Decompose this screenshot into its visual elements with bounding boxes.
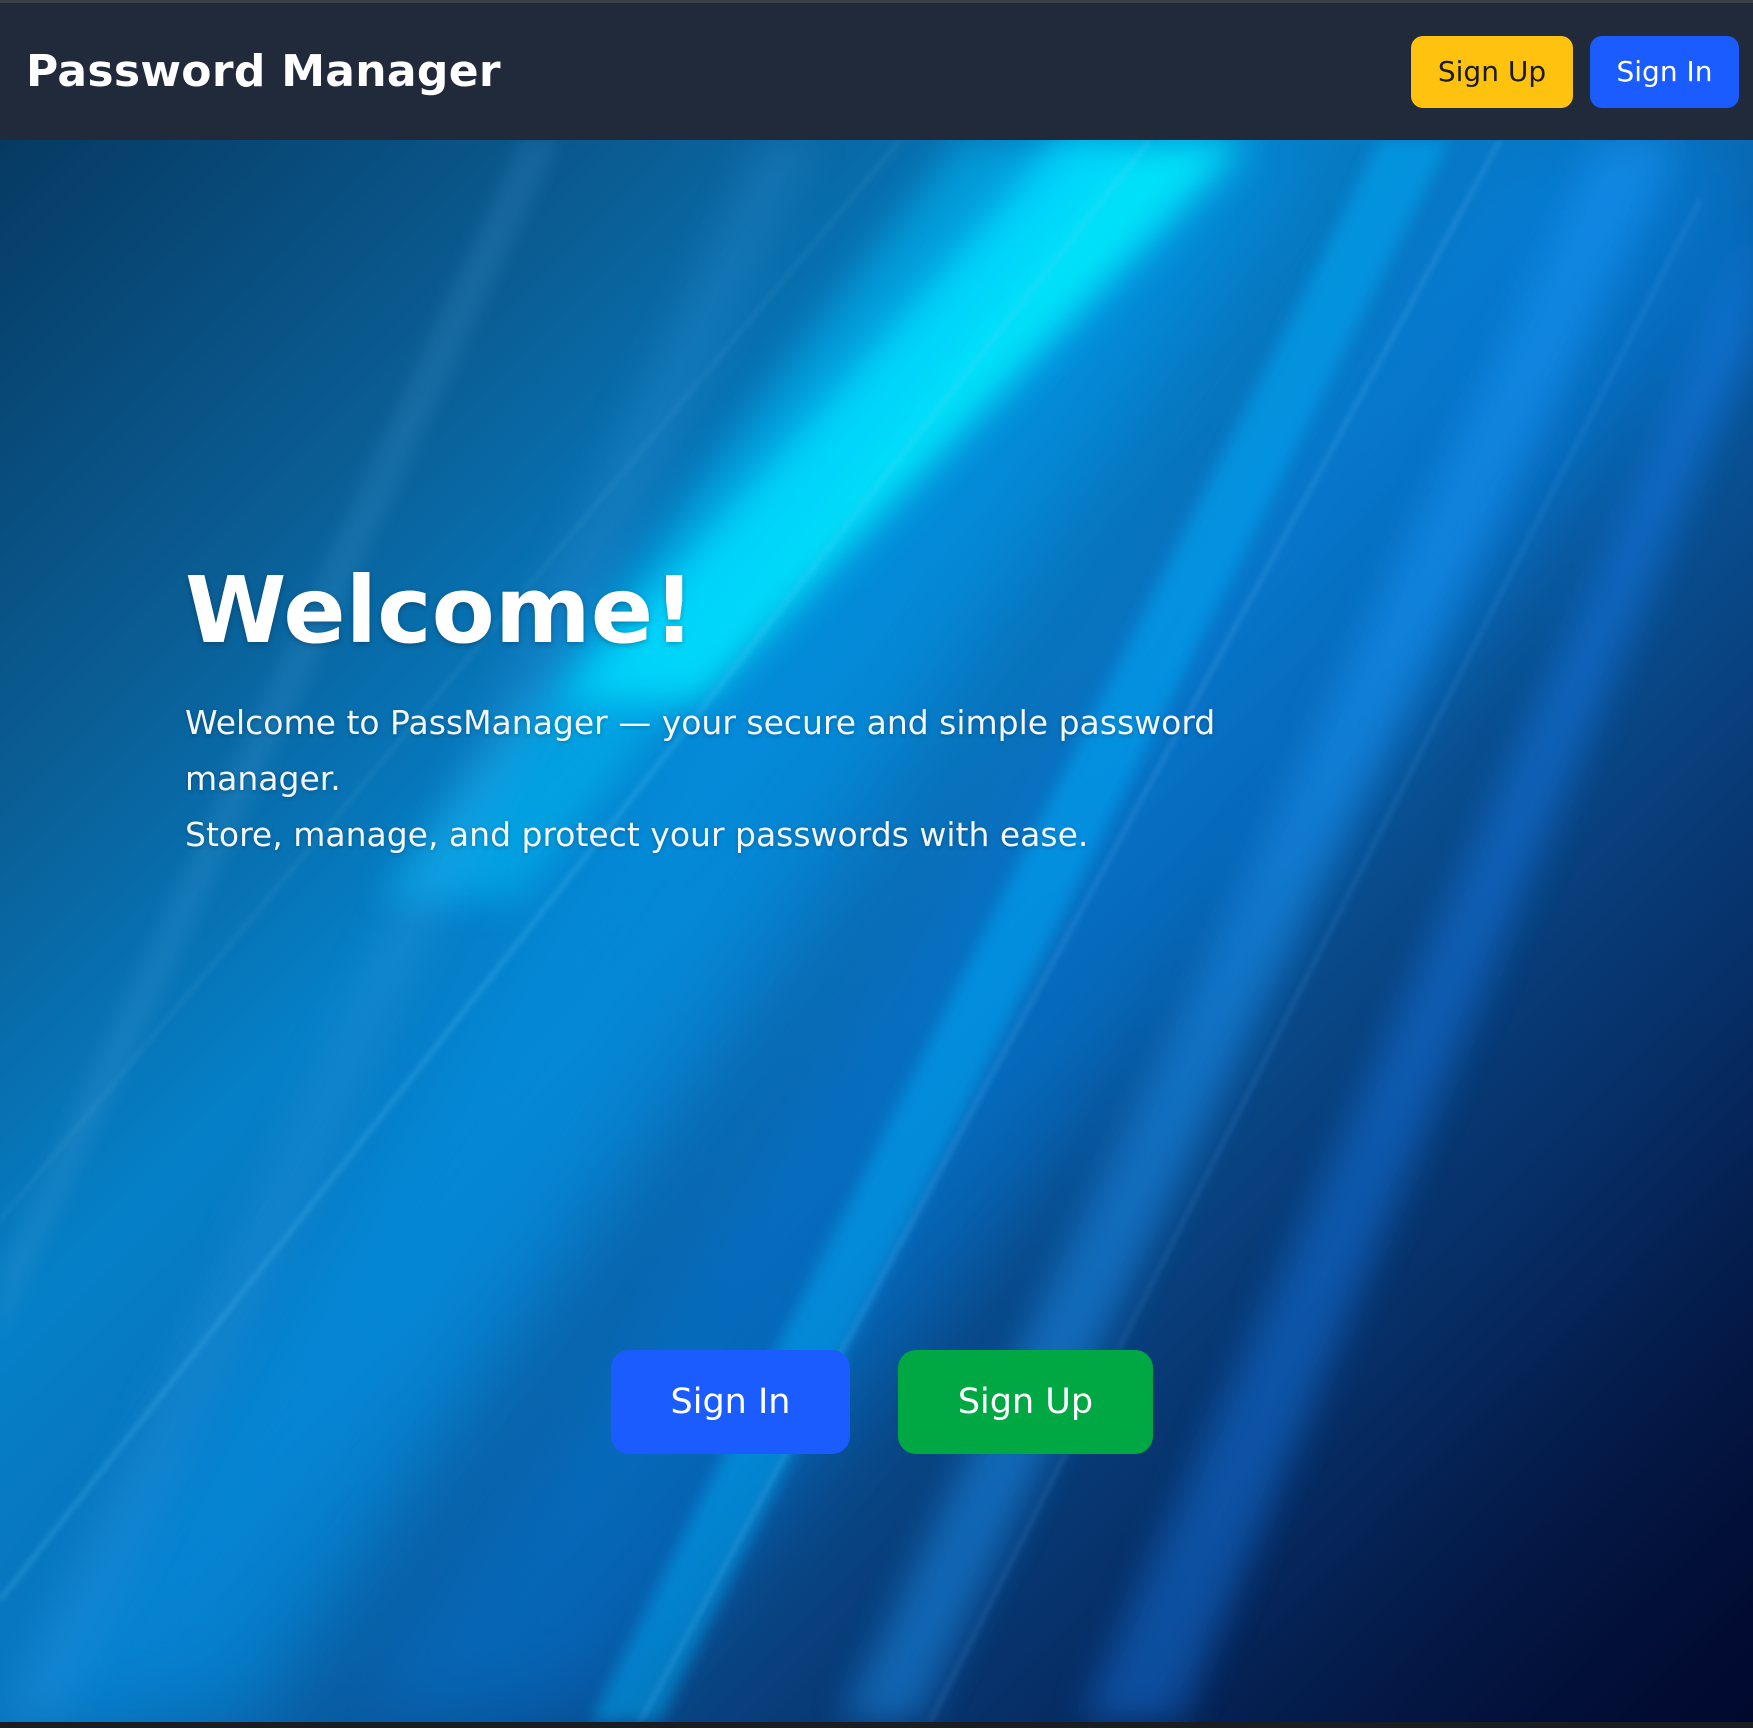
- welcome-content: Welcome! Welcome to PassManager — your s…: [185, 560, 1245, 863]
- nav-signin-button[interactable]: Sign In: [1590, 35, 1739, 108]
- brand-title[interactable]: Password Manager: [26, 46, 501, 97]
- cta-buttons: Sign In Sign Up: [0, 1350, 1753, 1454]
- hero-section: Welcome! Welcome to PassManager — your s…: [0, 140, 1753, 1722]
- navbar: Password Manager Sign Up Sign In: [0, 3, 1753, 140]
- welcome-description-line-3: Store, manage, and protect your password…: [185, 815, 1089, 855]
- hero-signup-button[interactable]: Sign Up: [898, 1350, 1153, 1454]
- welcome-description-line-1: Welcome to PassManager — your secure and…: [185, 703, 1216, 743]
- welcome-description-line-2: manager.: [185, 759, 341, 799]
- page: Password Manager Sign Up Sign In Welcome…: [0, 0, 1753, 1728]
- hero-signin-button[interactable]: Sign In: [611, 1350, 850, 1454]
- background-light-streaks: [0, 140, 1753, 1722]
- bottom-divider: [0, 1722, 1753, 1728]
- welcome-title: Welcome!: [185, 557, 696, 664]
- nav-actions: Sign Up Sign In: [1411, 35, 1739, 108]
- nav-signup-button[interactable]: Sign Up: [1411, 35, 1573, 108]
